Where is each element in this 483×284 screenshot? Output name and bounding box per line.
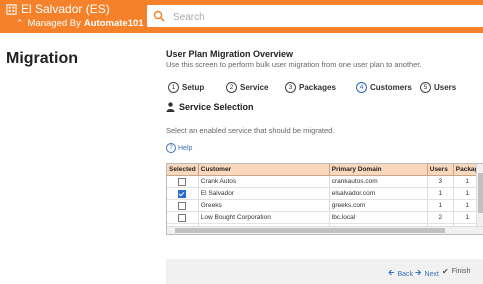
domain-cell: crankautos.com [329, 175, 428, 188]
arrow-right-icon: 🡲 [415, 268, 422, 277]
org-switcher[interactable]: El Salvador (ES) ⌃ Managed By Automate10… [6, 2, 144, 30]
customer-cell: Low Bought Corporation [198, 211, 330, 224]
vertical-scrollbar[interactable] [476, 164, 483, 226]
customers-table: Selected Customer Primary Domain Users P… [167, 164, 482, 234]
next-label: Next [424, 270, 439, 278]
domain-cell: elsalvador.com [329, 187, 428, 200]
column-header-users[interactable]: Users [427, 164, 454, 176]
step-number: 1 [168, 82, 179, 93]
column-header-customer[interactable]: Customer [198, 164, 330, 176]
users-cell: 1 [427, 199, 454, 212]
scroll-thumb[interactable] [175, 228, 445, 233]
step-label: Service [240, 83, 269, 92]
step-number: 3 [285, 82, 296, 93]
step-number: 4 [356, 82, 367, 93]
arrow-left-icon: 🡰 [388, 268, 395, 277]
row-checkbox[interactable] [178, 177, 187, 186]
step-number: 5 [420, 82, 431, 93]
step-setup[interactable]: 1 Setup [168, 82, 204, 93]
domain-cell: lbc.local [329, 211, 428, 224]
table-row[interactable]: Crank Autos crankautos.com 3 1 [167, 175, 482, 188]
user-icon [166, 102, 175, 112]
back-button[interactable]: 🡰 Back [388, 267, 413, 281]
check-circle-icon: ✔ [442, 267, 449, 276]
customer-cell: El Salvador [198, 187, 330, 200]
service-selection-description: Select an enabled service that should be… [166, 126, 335, 135]
scroll-thumb[interactable] [478, 173, 483, 213]
step-label: Packages [299, 83, 336, 92]
search-input[interactable] [171, 8, 475, 26]
table-row[interactable]: El Salvador elsalvador.com 1 1 [167, 187, 482, 200]
step-number: 2 [226, 82, 237, 93]
table-header-row: Selected Customer Primary Domain Users P… [167, 164, 482, 176]
wizard-steps: 1 Setup 2 Service 3 Packages 4 Customers… [168, 82, 483, 94]
row-checkbox[interactable] [178, 189, 187, 198]
customers-grid: Selected Customer Primary Domain Users P… [166, 163, 483, 235]
manager-name[interactable]: Automate101 [84, 17, 144, 30]
step-users[interactable]: 5 Users [420, 82, 456, 93]
column-header-selected[interactable]: Selected [167, 164, 199, 176]
users-cell: 1 [427, 187, 454, 200]
table-row[interactable]: Low Bought Corporation lbc.local 2 1 [167, 211, 482, 224]
overview-title: User Plan Migration Overview [166, 49, 294, 59]
search-icon [153, 10, 165, 22]
step-service[interactable]: 2 Service [226, 82, 268, 93]
step-label: Customers [370, 83, 412, 92]
table-row[interactable]: Greeks greeks.com 1 1 [167, 199, 482, 212]
finish-label: Finish [451, 268, 471, 275]
step-label: Users [434, 83, 457, 92]
customer-cell: Greeks [198, 199, 330, 212]
building-icon [6, 3, 17, 15]
next-button[interactable]: 🡲 Next [415, 267, 439, 281]
column-header-primary-domain[interactable]: Primary Domain [329, 164, 428, 176]
org-name: El Salvador (ES) [21, 2, 110, 16]
overview-description: Use this screen to perform bulk user mig… [166, 60, 422, 69]
finish-button[interactable]: ✔ Finish [442, 267, 470, 276]
step-packages[interactable]: 3 Packages [285, 82, 336, 93]
help-icon: ? [166, 143, 176, 153]
users-cell: 3 [427, 175, 454, 188]
chevron-up-icon[interactable]: ⌃ [16, 17, 24, 30]
page-title: Migration [6, 50, 78, 67]
users-cell: 2 [427, 211, 454, 224]
service-selection-title: Service Selection [179, 102, 254, 112]
managed-by-label: Managed By [27, 18, 81, 29]
help-label: Help [178, 144, 193, 152]
horizontal-scrollbar[interactable] [167, 226, 483, 234]
service-selection-heading: Service Selection [166, 102, 254, 112]
row-checkbox[interactable] [178, 213, 187, 222]
step-customers[interactable]: 4 Customers [356, 82, 412, 93]
wizard-footer: 🡰 Back 🡲 Next ✔ Finish [166, 259, 483, 284]
row-checkbox[interactable] [178, 201, 187, 210]
top-bar: El Salvador (ES) ⌃ Managed By Automate10… [0, 0, 483, 33]
search-box[interactable] [147, 5, 483, 27]
domain-cell: greeks.com [329, 199, 428, 212]
back-label: Back [397, 270, 414, 278]
step-label: Setup [182, 83, 205, 92]
help-link[interactable]: ? Help [166, 143, 192, 153]
customer-cell: Crank Autos [198, 175, 330, 188]
